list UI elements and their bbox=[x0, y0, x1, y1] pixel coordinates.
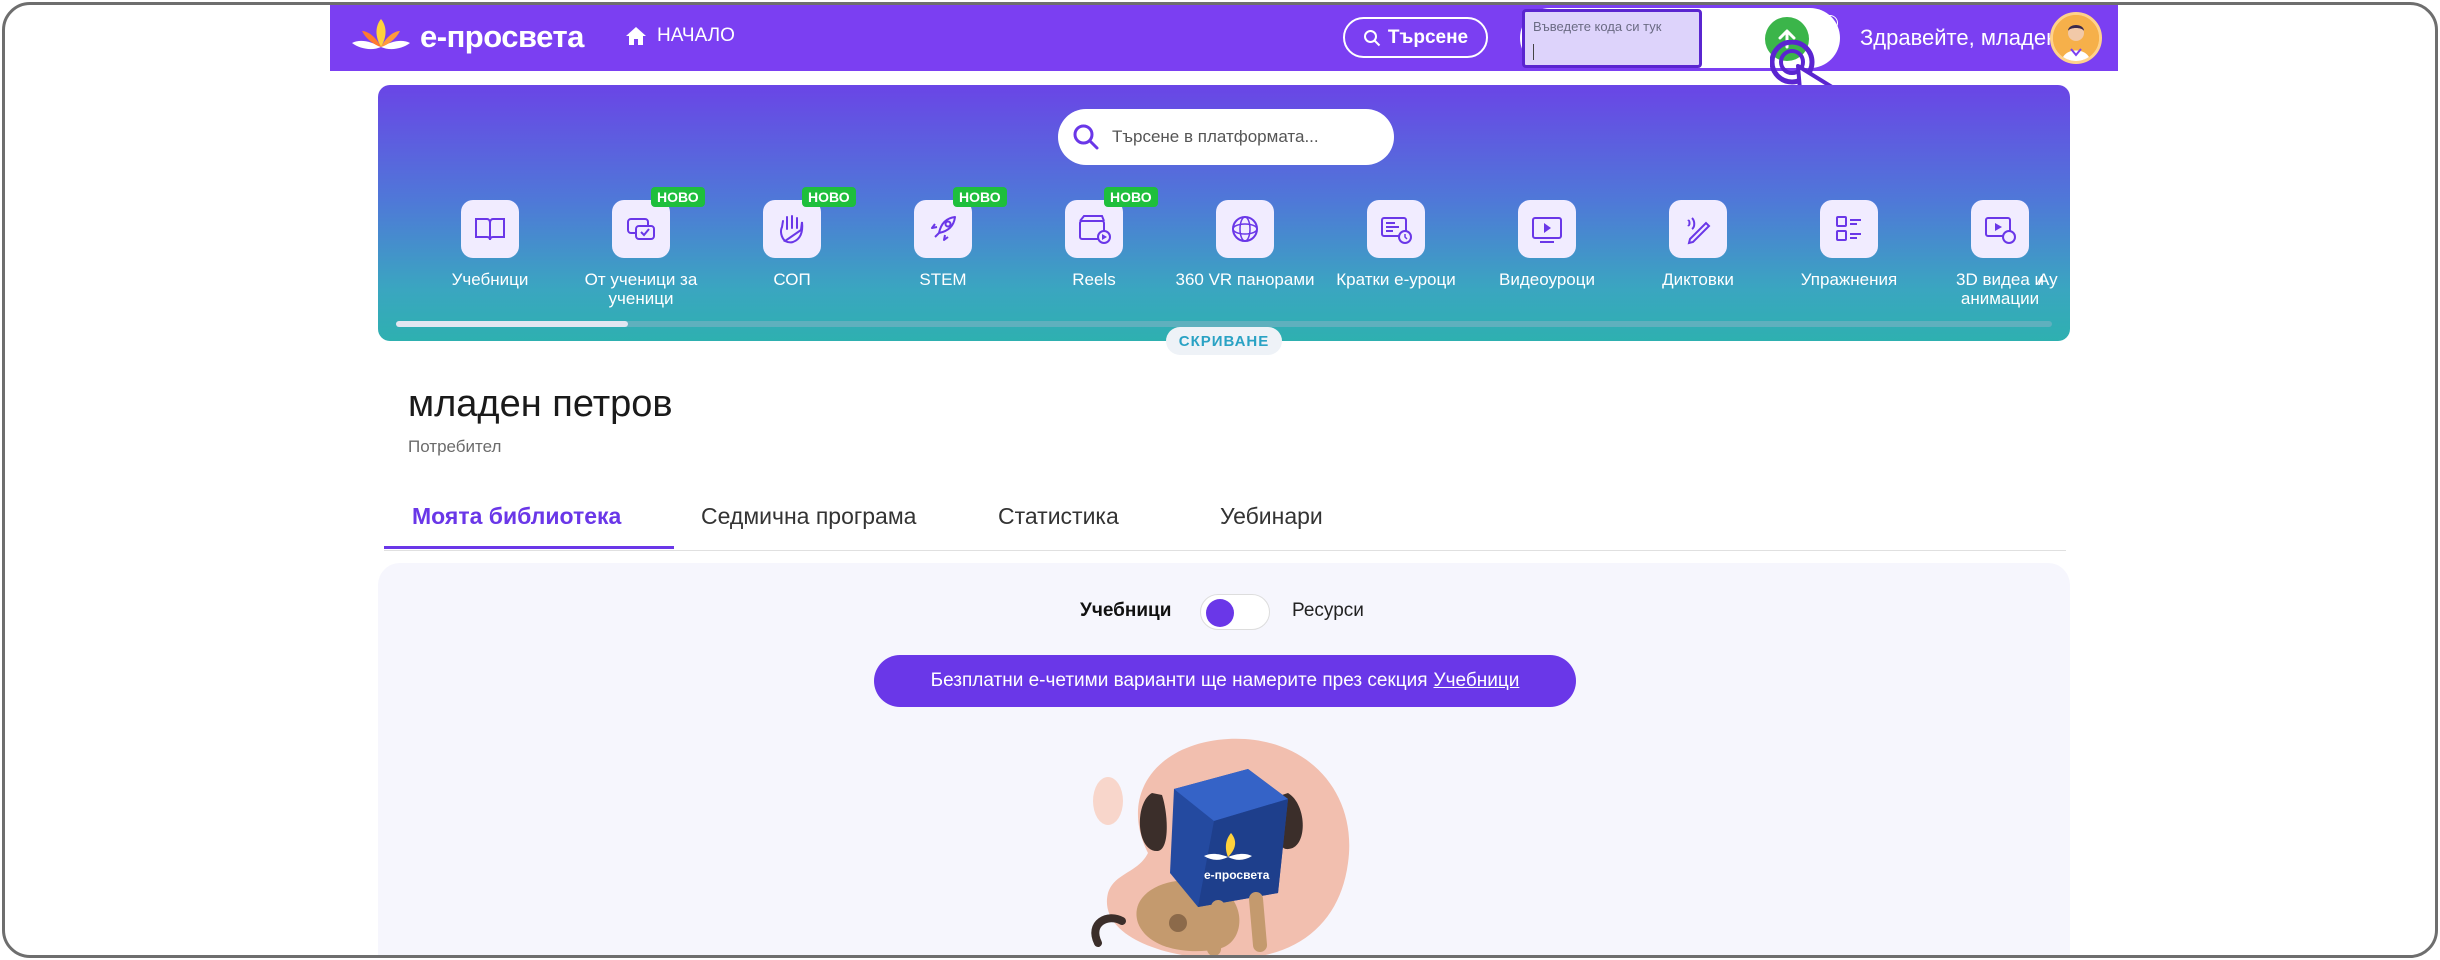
video-icon bbox=[1518, 200, 1576, 258]
category-list: Учебници НОВО От ученици за ученици НОВО… bbox=[378, 187, 2070, 310]
tab-my-library[interactable]: Моята библиотека bbox=[412, 503, 621, 530]
toggle-label-textbooks: Учебници bbox=[1080, 600, 1172, 621]
platform-search-input[interactable]: Търсене в платформата... bbox=[1058, 109, 1394, 165]
command-input[interactable]: Въведете кода си тук bbox=[1522, 9, 1702, 68]
avatar[interactable] bbox=[2050, 12, 2102, 64]
platform-search-placeholder: Търсене в платформата... bbox=[1112, 127, 1319, 146]
new-badge: НОВО bbox=[802, 187, 856, 207]
category-label: Упражнения bbox=[1800, 270, 1898, 289]
category-item[interactable]: Кратки е-уроци bbox=[1321, 200, 1471, 289]
category-label: Ау bbox=[2038, 270, 2058, 289]
vr-icon bbox=[1216, 200, 1274, 258]
new-badge: НОВО bbox=[1104, 187, 1158, 207]
new-badge: НОВО bbox=[651, 187, 705, 207]
category-label: Кратки е-уроци bbox=[1336, 270, 1456, 289]
home-label: НАЧАЛО bbox=[657, 25, 735, 46]
3d-video-icon bbox=[1971, 200, 2029, 258]
profile-tabs: Моята библиотека Седмична програма Стати… bbox=[384, 491, 2066, 551]
logo[interactable]: е-просвета bbox=[350, 13, 584, 61]
textbooks-link[interactable]: Учебници bbox=[1434, 670, 1520, 692]
category-label: Reels bbox=[1072, 270, 1116, 289]
library-toggle-row: Учебници Ресурси bbox=[378, 591, 2070, 631]
info-icon[interactable]: i bbox=[1822, 15, 1838, 31]
category-label: Диктовки bbox=[1662, 270, 1734, 289]
hand-icon bbox=[763, 200, 821, 258]
home-link[interactable]: НАЧАЛО bbox=[625, 25, 735, 47]
active-tab-indicator bbox=[384, 546, 674, 549]
top-navbar: е-просвета НАЧАЛО Търсене Въведете кода … bbox=[330, 5, 2118, 128]
category-item[interactable]: НОВО STEM bbox=[868, 187, 1018, 289]
category-item[interactable]: Учебници bbox=[415, 200, 565, 289]
category-label: От ученици за ученици bbox=[584, 270, 698, 308]
category-scroll-thumb[interactable] bbox=[396, 321, 628, 327]
user-greeting[interactable]: Здравейте, младен bbox=[1860, 25, 2058, 51]
category-label: Видеоуроци bbox=[1499, 270, 1595, 289]
tab-statistics[interactable]: Статистика bbox=[998, 503, 1119, 530]
search-button-label: Търсене bbox=[1387, 26, 1469, 48]
search-icon bbox=[1363, 29, 1381, 46]
category-label: STEM bbox=[919, 270, 967, 289]
tab-weekly-schedule[interactable]: Седмична програма bbox=[701, 503, 916, 530]
text-caret bbox=[1533, 44, 1534, 60]
category-item[interactable]: НОВО Reels bbox=[1019, 187, 1169, 289]
avatar-image bbox=[2053, 15, 2099, 61]
category-item[interactable]: Ау bbox=[2038, 200, 2078, 289]
category-item[interactable]: Видеоуроци bbox=[1472, 200, 1622, 289]
search-button[interactable]: Търсене bbox=[1343, 17, 1488, 58]
chat-icon bbox=[612, 200, 670, 258]
category-item[interactable]: Диктовки bbox=[1623, 200, 1773, 289]
tab-webinars[interactable]: Уебинари bbox=[1220, 503, 1323, 530]
toggle-label-resources: Ресурси bbox=[1292, 600, 1364, 621]
new-badge: НОВО bbox=[953, 187, 1007, 207]
category-item[interactable]: Упражнения bbox=[1774, 200, 1924, 289]
profile-role: Потребител bbox=[408, 437, 502, 456]
lesson-icon bbox=[1367, 200, 1425, 258]
category-label: Учебници bbox=[451, 270, 529, 289]
category-band: Търсене в платформата... Учебници НОВО О… bbox=[378, 85, 2070, 355]
reels-icon bbox=[1065, 200, 1123, 258]
command-placeholder: Въведете кода си тук bbox=[1533, 19, 1662, 34]
exercise-icon bbox=[1820, 200, 1878, 258]
logo-flower-icon bbox=[352, 19, 410, 50]
category-label: 360 VR панорами bbox=[1175, 270, 1315, 289]
library-panel: Учебници Ресурси Безплатни е-четими вари… bbox=[378, 563, 2070, 955]
toggle-knob bbox=[1206, 599, 1234, 627]
search-icon bbox=[1073, 124, 1099, 150]
category-item[interactable]: НОВО От ученици за ученици bbox=[566, 187, 716, 308]
category-label: СОП bbox=[773, 270, 811, 289]
book-icon bbox=[461, 200, 519, 258]
empty-library-illustration: е-просвета bbox=[1091, 738, 1350, 955]
free-readers-notice: Безплатни е-четими варианти ще намерите … bbox=[874, 655, 1576, 707]
page: е-просвета НАЧАЛО Търсене Въведете кода … bbox=[330, 5, 2118, 955]
dictation-icon bbox=[1669, 200, 1727, 258]
notice-text: Безплатни е-четими варианти ще намерите … bbox=[930, 670, 1428, 691]
hide-categories-button[interactable]: СКРИВАНЕ bbox=[1166, 327, 1282, 355]
profile-name: младен петров bbox=[408, 383, 673, 425]
category-item[interactable]: 360 VR панорами bbox=[1170, 200, 1320, 289]
logo-text: е-просвета bbox=[420, 19, 584, 54]
category-item[interactable]: НОВО СОП bbox=[717, 187, 867, 289]
browser-frame: е-просвета НАЧАЛО Търсене Въведете кода … bbox=[2, 2, 2438, 958]
home-icon bbox=[626, 27, 646, 45]
box-logo-text: е-просвета bbox=[1204, 868, 1270, 882]
textbooks-resources-toggle[interactable] bbox=[1200, 594, 1270, 630]
rocket-icon bbox=[914, 200, 972, 258]
